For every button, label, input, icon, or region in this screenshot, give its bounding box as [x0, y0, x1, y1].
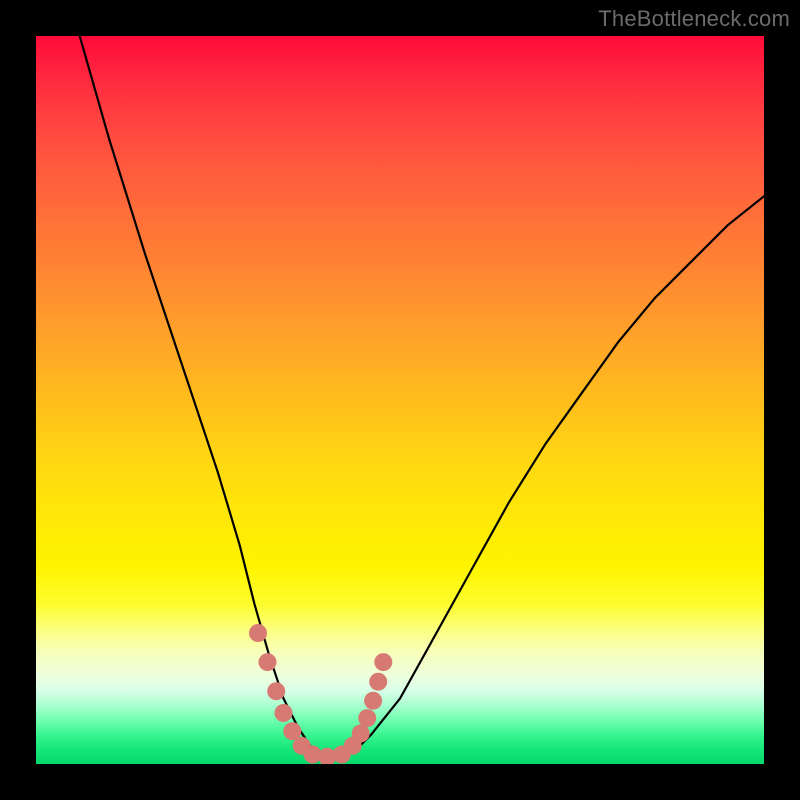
valley-dot	[267, 682, 285, 700]
valley-dot	[364, 692, 382, 710]
bottleneck-curve	[80, 36, 764, 757]
valley-dot	[352, 724, 370, 742]
watermark-text: TheBottleneck.com	[598, 6, 790, 32]
valley-dot	[374, 653, 392, 671]
valley-dot	[369, 673, 387, 691]
valley-dot	[358, 709, 376, 727]
valley-dot	[259, 653, 277, 671]
chart-frame: TheBottleneck.com	[0, 0, 800, 800]
plot-area	[36, 36, 764, 764]
valley-dots-group	[249, 624, 392, 764]
valley-dot	[249, 624, 267, 642]
curve-layer	[36, 36, 764, 764]
valley-dot	[275, 704, 293, 722]
